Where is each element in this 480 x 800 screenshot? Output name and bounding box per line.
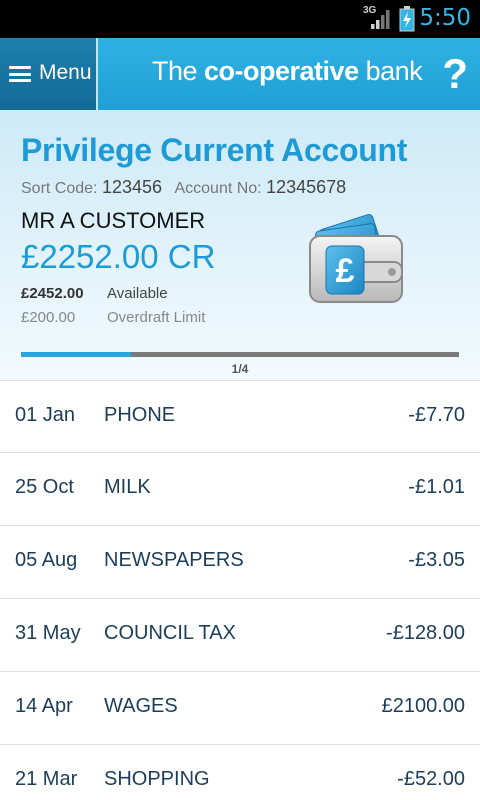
transactions-list: 01 Jan PHONE -£7.70 25 Oct MILK -£1.01 05 Aug N…	[0, 380, 480, 800]
svg-text:£: £	[336, 252, 355, 290]
sort-code-label: Sort Code:	[21, 180, 98, 197]
available-label: Available	[107, 285, 168, 302]
app-header: Menu The co-operative bank ?	[0, 38, 480, 110]
brand-prefix: The	[152, 56, 205, 86]
transaction-amount: -£7.70	[408, 404, 465, 426]
account-no-value: 12345678	[266, 177, 347, 197]
pager-progress	[21, 352, 131, 357]
transaction-date: 21 Mar	[15, 768, 78, 790]
menu-label: Menu	[39, 61, 92, 84]
transaction-row[interactable]: 05 Aug NEWSPAPERS -£3.05	[0, 526, 480, 599]
brand-suffix: bank	[358, 56, 423, 86]
brand-bold: co-operative	[204, 56, 359, 86]
transaction-row[interactable]: 21 Mar SHOPPING -£52.00	[0, 745, 480, 800]
transaction-row[interactable]: 14 Apr WAGES £2100.00	[0, 672, 480, 745]
status-time: 5:50	[419, 5, 471, 31]
transaction-description: NEWSPAPERS	[104, 549, 244, 571]
overdraft-label: Overdraft Limit	[107, 309, 206, 326]
help-button[interactable]: ?	[442, 50, 468, 98]
transaction-row[interactable]: 25 Oct MILK -£1.01	[0, 453, 480, 526]
account-balance: £2252.00 CR	[21, 238, 216, 275]
pager-label: 1/4	[231, 362, 249, 376]
transaction-row[interactable]: 01 Jan PHONE -£7.70	[0, 380, 480, 453]
transaction-description: SHOPPING	[104, 768, 210, 790]
brand-logo: The co-operative bank	[152, 56, 423, 87]
transaction-amount: -£3.05	[408, 549, 465, 571]
menu-button[interactable]: Menu	[0, 38, 98, 110]
transaction-date: 14 Apr	[15, 695, 73, 717]
account-no-label: Account No:	[174, 180, 262, 197]
transaction-amount: -£52.00	[397, 768, 465, 790]
transaction-amount: -£128.00	[386, 622, 465, 644]
transaction-row[interactable]: 31 May COUNCIL TAX -£128.00	[0, 599, 480, 672]
battery-charging-icon	[399, 6, 415, 37]
account-title: Privilege Current Account	[21, 132, 408, 168]
available-amount: £2452.00	[21, 285, 84, 302]
overdraft-amount: £200.00	[21, 309, 76, 326]
transaction-date: 31 May	[15, 622, 81, 644]
account-card[interactable]: Privilege Current Account Sort Code: 123…	[0, 110, 480, 380]
transaction-date: 01 Jan	[15, 404, 76, 426]
transaction-date: 25 Oct	[15, 476, 74, 498]
sort-code-value: 123456	[101, 177, 163, 197]
transaction-description: MILK	[104, 476, 151, 498]
transaction-description: COUNCIL TAX	[104, 622, 236, 644]
transaction-amount: £2100.00	[381, 695, 465, 717]
pager-track	[21, 352, 459, 357]
transaction-amount: -£1.01	[408, 476, 465, 498]
transaction-date: 05 Aug	[15, 549, 78, 571]
transaction-description: PHONE	[104, 404, 176, 426]
transaction-description: WAGES	[104, 695, 178, 717]
hamburger-icon	[9, 66, 31, 82]
signal-icon	[370, 8, 392, 35]
account-holder: MR A CUSTOMER	[21, 208, 206, 233]
account-codes: Sort Code: 123456 Account No: 12345678	[21, 177, 346, 198]
status-bar: 3G 5:50	[0, 0, 480, 38]
wallet-pound-icon: £	[296, 210, 408, 310]
